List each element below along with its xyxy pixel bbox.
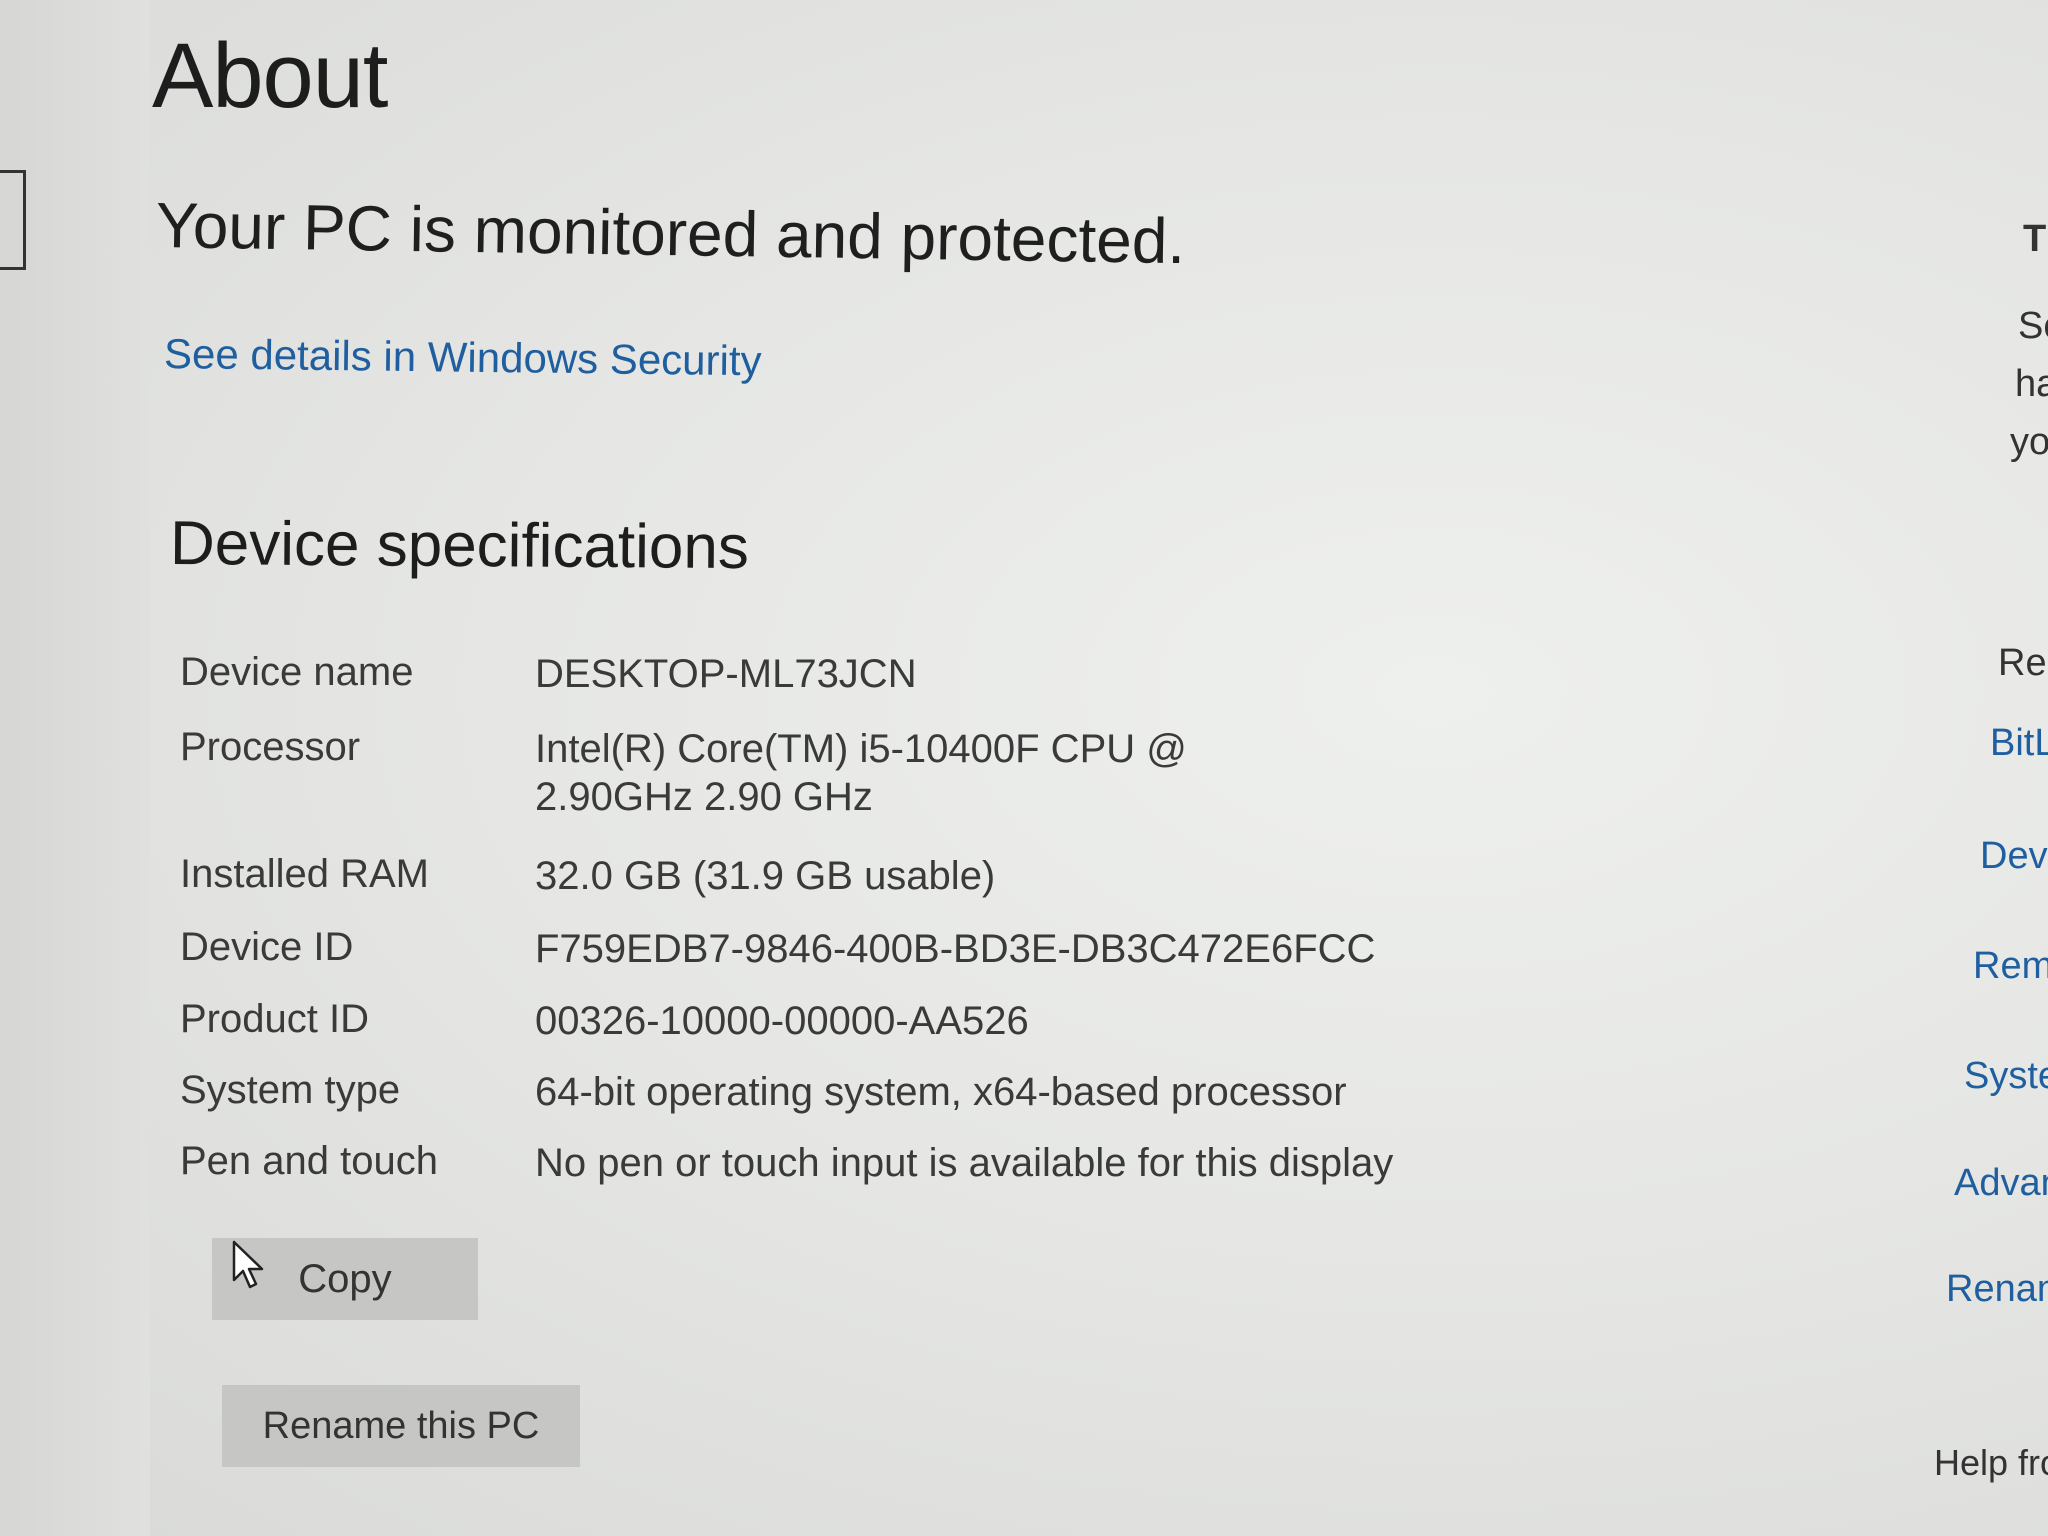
spec-value: No pen or touch input is available for t… <box>535 1141 1394 1185</box>
spec-value: 64-bit operating system, x64-based proce… <box>535 1070 1347 1114</box>
related-settings-panel: Ti Sc ha yo Rela BitLo Devic Remo Systen… <box>1888 0 2048 1536</box>
spec-value: F759EDB7-9846-400B-BD3E-DB3C472E6FCC <box>535 927 1376 971</box>
spec-value: DESKTOP-ML73JCN <box>535 652 917 696</box>
remote-desktop-link[interactable]: Remo <box>1973 945 2048 988</box>
related-panel-text-line: Sc <box>2018 305 2048 347</box>
related-panel-heading: Ti <box>2023 218 2048 260</box>
spec-value: 32.0 GB (31.9 GB usable) <box>535 854 996 898</box>
system-protection-link[interactable]: Systen <box>1964 1055 2048 1098</box>
help-from-web-heading: Help fron <box>1934 1442 2048 1483</box>
windows-security-link[interactable]: See details in Windows Security <box>164 330 762 385</box>
spec-label: Installed RAM <box>180 852 429 896</box>
related-panel-text-line: ha <box>2015 363 2048 405</box>
spec-value: Intel(R) Core(TM) i5-10400F CPU @ 2.90GH… <box>535 727 1187 819</box>
related-settings-heading: Rela <box>1998 642 2048 684</box>
settings-window: About Your PC is monitored and protected… <box>0 0 2048 1536</box>
page-title: About <box>152 25 388 127</box>
nav-pane-edge[interactable] <box>0 170 26 270</box>
navigation-pane <box>0 0 150 1536</box>
bitlocker-settings-link[interactable]: BitLo <box>1990 722 2048 765</box>
spec-value: 00326-10000-00000-AA526 <box>535 999 1029 1043</box>
rename-pc-link[interactable]: Rename <box>1946 1268 2048 1311</box>
device-manager-link[interactable]: Devic <box>1980 835 2048 878</box>
spec-label: Device ID <box>180 925 354 969</box>
spec-label: Device name <box>180 650 414 694</box>
spec-label: Pen and touch <box>180 1139 438 1183</box>
rename-pc-button[interactable]: Rename this PC <box>222 1385 580 1467</box>
mouse-pointer-icon <box>232 1240 264 1289</box>
protection-status-heading: Your PC is monitored and protected. <box>155 189 1186 278</box>
spec-label: Product ID <box>180 997 369 1041</box>
related-panel-text-line: yo <box>2010 421 2048 463</box>
advanced-system-settings-link[interactable]: Advanc <box>1954 1162 2048 1205</box>
device-specifications-title: Device specifications <box>169 509 750 583</box>
spec-label: System type <box>180 1068 401 1112</box>
spec-label: Processor <box>180 725 361 769</box>
